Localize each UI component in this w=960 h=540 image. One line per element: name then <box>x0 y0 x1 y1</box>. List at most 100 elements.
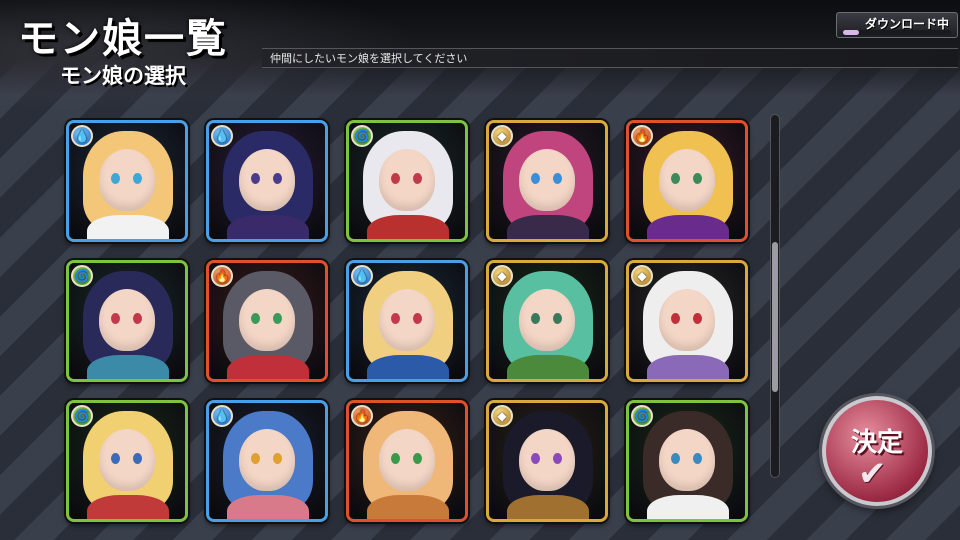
portrait-face <box>239 149 295 211</box>
portrait-eye <box>693 313 702 324</box>
portrait-eye <box>671 173 680 184</box>
portrait-eye <box>251 313 260 324</box>
monster-girl-card[interactable]: 💧 <box>346 260 468 382</box>
portrait-face <box>519 429 575 491</box>
portrait-eye <box>553 453 562 464</box>
portrait-face <box>379 429 435 491</box>
monster-girl-card[interactable]: 🔥 <box>206 260 328 382</box>
water-drop-icon: 💧 <box>211 405 233 427</box>
swirl-icon: 🌀 <box>351 125 373 147</box>
scrollbar-thumb[interactable] <box>772 242 778 392</box>
flame-icon: 🔥 <box>211 265 233 287</box>
water-drop-icon: 💧 <box>211 125 233 147</box>
portrait-eye <box>671 453 680 464</box>
portrait-face <box>99 149 155 211</box>
portrait-eye <box>391 313 400 324</box>
portrait-eye <box>553 313 562 324</box>
monster-girl-grid: 💧 💧 🌀 ◆ 🔥 🌀 🔥 💧 ◆ ◆ 🌀 💧 🔥 ◆ 🌀 <box>66 120 766 540</box>
portrait-outfit <box>367 215 449 239</box>
gem-icon: ◆ <box>631 265 653 287</box>
monster-girl-card[interactable]: 🌀 <box>626 400 748 522</box>
portrait-eye <box>273 173 282 184</box>
monster-girl-card[interactable]: 🌀 <box>66 400 188 522</box>
portrait-eye <box>273 313 282 324</box>
portrait-face <box>379 289 435 351</box>
portrait-outfit <box>227 215 309 239</box>
portrait-face <box>659 289 715 351</box>
monster-girl-card[interactable]: ◆ <box>486 260 608 382</box>
portrait-eye <box>531 453 540 464</box>
page-title: モン娘一覧 <box>18 16 228 62</box>
portrait-outfit <box>227 355 309 379</box>
portrait-eye <box>251 173 260 184</box>
confirm-button[interactable]: 決定 ✔ <box>822 396 932 506</box>
monster-girl-card[interactable]: 💧 <box>206 120 328 242</box>
portrait-eye <box>251 453 260 464</box>
portrait-eye <box>391 173 400 184</box>
water-drop-icon: 💧 <box>351 265 373 287</box>
portrait-outfit <box>87 355 169 379</box>
portrait-face <box>99 289 155 351</box>
portrait-eye <box>693 173 702 184</box>
portrait-outfit <box>507 355 589 379</box>
portrait-outfit <box>367 495 449 519</box>
portrait-face <box>239 429 295 491</box>
portrait-eye <box>133 173 142 184</box>
portrait-outfit <box>87 215 169 239</box>
portrait-outfit <box>647 495 729 519</box>
flame-icon: 🔥 <box>631 125 653 147</box>
monster-girl-card[interactable]: ◆ <box>486 120 608 242</box>
portrait-eye <box>413 453 422 464</box>
scrollbar[interactable] <box>770 114 780 478</box>
portrait-outfit <box>227 495 309 519</box>
portrait-outfit <box>367 355 449 379</box>
portrait-eye <box>693 453 702 464</box>
portrait-eye <box>273 453 282 464</box>
portrait-face <box>659 429 715 491</box>
portrait-eye <box>111 313 120 324</box>
monster-girl-card[interactable]: 🌀 <box>346 120 468 242</box>
monster-girl-card[interactable]: ◆ <box>626 260 748 382</box>
portrait-outfit <box>87 495 169 519</box>
portrait-eye <box>531 313 540 324</box>
monster-girl-card[interactable]: 🔥 <box>626 120 748 242</box>
page-subtitle: モン娘の選択 <box>60 64 186 88</box>
portrait-eye <box>671 313 680 324</box>
monster-girl-card[interactable]: 💧 <box>66 120 188 242</box>
portrait-eye <box>111 453 120 464</box>
instruction-text: 仲間にしたいモン娘を選択してください <box>262 48 958 68</box>
monster-girl-card[interactable]: 🌀 <box>66 260 188 382</box>
flame-icon: 🔥 <box>351 405 373 427</box>
monster-girl-card[interactable]: ◆ <box>486 400 608 522</box>
portrait-face <box>239 289 295 351</box>
portrait-eye <box>391 453 400 464</box>
portrait-face <box>379 149 435 211</box>
gem-icon: ◆ <box>491 405 513 427</box>
portrait-outfit <box>647 215 729 239</box>
portrait-eye <box>133 453 142 464</box>
swirl-icon: 🌀 <box>71 405 93 427</box>
swirl-icon: 🌀 <box>631 405 653 427</box>
portrait-eye <box>413 173 422 184</box>
gem-icon: ◆ <box>491 125 513 147</box>
portrait-face <box>659 149 715 211</box>
portrait-eye <box>413 313 422 324</box>
portrait-face <box>519 289 575 351</box>
portrait-face <box>99 429 155 491</box>
monster-girl-card[interactable]: 💧 <box>206 400 328 522</box>
portrait-outfit <box>647 355 729 379</box>
portrait-outfit <box>507 215 589 239</box>
portrait-eye <box>111 173 120 184</box>
portrait-eye <box>553 173 562 184</box>
portrait-outfit <box>507 495 589 519</box>
download-status: ダウンロード中 <box>836 12 958 38</box>
portrait-eye <box>133 313 142 324</box>
monster-girl-card[interactable]: 🔥 <box>346 400 468 522</box>
portrait-eye <box>531 173 540 184</box>
download-progress-track <box>843 30 951 35</box>
checkmark-icon: ✔ <box>858 454 887 494</box>
gem-icon: ◆ <box>491 265 513 287</box>
download-progress-fill <box>843 30 860 35</box>
water-drop-icon: 💧 <box>71 125 93 147</box>
swirl-icon: 🌀 <box>71 265 93 287</box>
